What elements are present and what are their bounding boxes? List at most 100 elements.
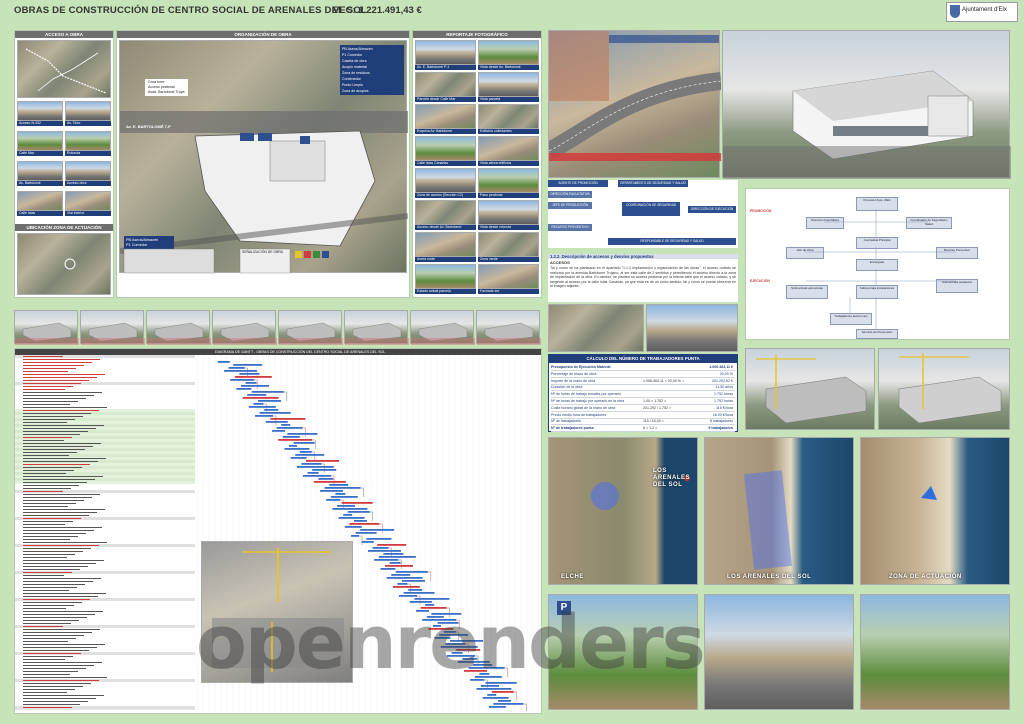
phase-thumbnail [344, 310, 409, 345]
site-legend-list: PB Aseos/Almacén P1 Comedor Caseta de ob… [340, 45, 404, 95]
logo-text: Ajuntament d'Elx [962, 7, 1007, 13]
gantt-task-name [23, 413, 91, 414]
gantt-task-name [23, 623, 71, 624]
gantt-bar [242, 397, 279, 399]
gantt-task-name [23, 470, 74, 471]
gantt-task-name [23, 575, 64, 576]
calc-formula: 1.006.463,11 × 20,00 % = [643, 378, 685, 383]
gantt-bar [272, 430, 285, 432]
access-photo-4 [65, 131, 111, 151]
report-caption: Vista parcela [478, 97, 539, 102]
gantt-task-name [23, 530, 94, 531]
gantt-bar [295, 454, 325, 456]
report-photo [415, 232, 476, 257]
gantt-task-name [23, 506, 68, 507]
calc-value: 11,50 años [715, 385, 733, 390]
access-caption-8: Vial interior [65, 211, 111, 216]
gantt-bar [303, 475, 331, 477]
site-bottom-label: PB Aseos/Almacén P1 Comedor [126, 238, 158, 248]
gantt-dependency [311, 451, 316, 461]
gantt-task-name [23, 515, 89, 516]
access-caption-5: Av. Bartolomé [17, 181, 63, 186]
gantt-bar [378, 556, 416, 558]
gantt-task-name [23, 629, 100, 630]
gantt-task-name [23, 608, 66, 609]
gantt-bar [251, 391, 284, 393]
gantt-bar [282, 436, 300, 438]
gantt-task-name [23, 587, 77, 588]
gantt-task-name [23, 590, 69, 591]
gantt-bar [351, 535, 359, 537]
gantt-task-name [23, 452, 77, 453]
gantt-bar [281, 424, 291, 426]
gantt-bar [392, 586, 420, 588]
gantt-task-name [23, 680, 99, 681]
gantt-bar [253, 403, 264, 405]
gantt-bar [355, 532, 377, 534]
calc-label: Nº de horas de trabajo por operario en l… [551, 399, 625, 403]
report-caption: Zona de acceso (Sección C2) [415, 193, 476, 198]
gantt-task-name [23, 428, 96, 429]
construction-render-2 [878, 348, 1010, 430]
gantt-bar [287, 433, 318, 435]
flow-block: DIRECCIÓN FACULTATIVA [548, 191, 592, 198]
gantt-bar [385, 565, 413, 567]
gantt-task-name [23, 677, 107, 678]
gantt-task-name [23, 383, 81, 384]
gantt-task-name [23, 371, 68, 372]
gantt-task-name [23, 389, 65, 390]
gantt-bar [343, 514, 353, 516]
gantt-task-name [23, 455, 69, 456]
gantt-task-name [23, 668, 86, 669]
gantt-task-name [23, 494, 100, 495]
gantt-task-name [23, 563, 96, 564]
gantt-task-name [23, 446, 93, 447]
gantt-task-name [23, 584, 85, 585]
gantt-bar [258, 400, 281, 402]
flow-block: AGENTE DE PROMOCIÓN [548, 180, 608, 187]
report-photo [478, 104, 539, 129]
calc-table: CÁLCULO DEL NÚMERO DE TRABAJADORES PUNTA… [548, 354, 738, 433]
gantt-task-name [23, 614, 95, 615]
gantt-dependency [263, 403, 267, 413]
gantt-task-name [23, 458, 106, 459]
gantt-bar [347, 511, 370, 513]
gantt-bar [366, 538, 392, 540]
gantt-task-name [23, 635, 84, 636]
gantt-task-name [23, 551, 83, 552]
gantt-task-name [23, 365, 84, 366]
gantt-task-name [23, 686, 83, 687]
calc-value: 20,00 % [719, 371, 733, 376]
gantt-bar [265, 421, 288, 423]
calc-formula: 115 / 16,00 = [643, 419, 664, 424]
gantt-bar [228, 367, 245, 369]
gantt-task-name [23, 524, 65, 525]
phase-thumbnail [476, 310, 541, 345]
gantt-task-row [15, 706, 195, 710]
calc-label: Presupuesto de Ejecución Material [551, 365, 611, 369]
gantt-task-name [23, 605, 74, 606]
gantt-task-name [23, 632, 92, 633]
gantt-task-name [23, 356, 63, 357]
gantt-task-name [23, 425, 104, 426]
flow-block: RECURSO PREVENTIVO [548, 224, 592, 231]
gantt-task-name [23, 527, 102, 528]
access-text: 1.2.2. Descripción de accesos y desvíos … [548, 254, 738, 302]
gantt-bar [278, 439, 313, 441]
calc-label: Porcentaje de mano de obra [551, 371, 597, 376]
gantt-dependency [359, 535, 363, 545]
report-photo [478, 232, 539, 257]
gantt-bar [380, 568, 396, 570]
ubicacion-title: UBICACIÓN ZONA DE ACTUACIÓN [15, 224, 113, 231]
gantt-bar [290, 457, 307, 459]
report-caption: Vista desde rotonda [478, 225, 539, 230]
gantt-bar [239, 373, 260, 375]
gantt-bar [313, 481, 346, 483]
shield-icon [950, 5, 960, 18]
access-aerial-photo [548, 30, 721, 178]
calc-formula: 1,00 × 1.752 = [643, 399, 667, 403]
gantt-task-name [23, 650, 89, 651]
flow-block: JEFE DE PRODUCCIÓN [548, 202, 592, 209]
gantt-task-name [23, 581, 93, 582]
calc-value: 1.752 horas [714, 399, 733, 403]
